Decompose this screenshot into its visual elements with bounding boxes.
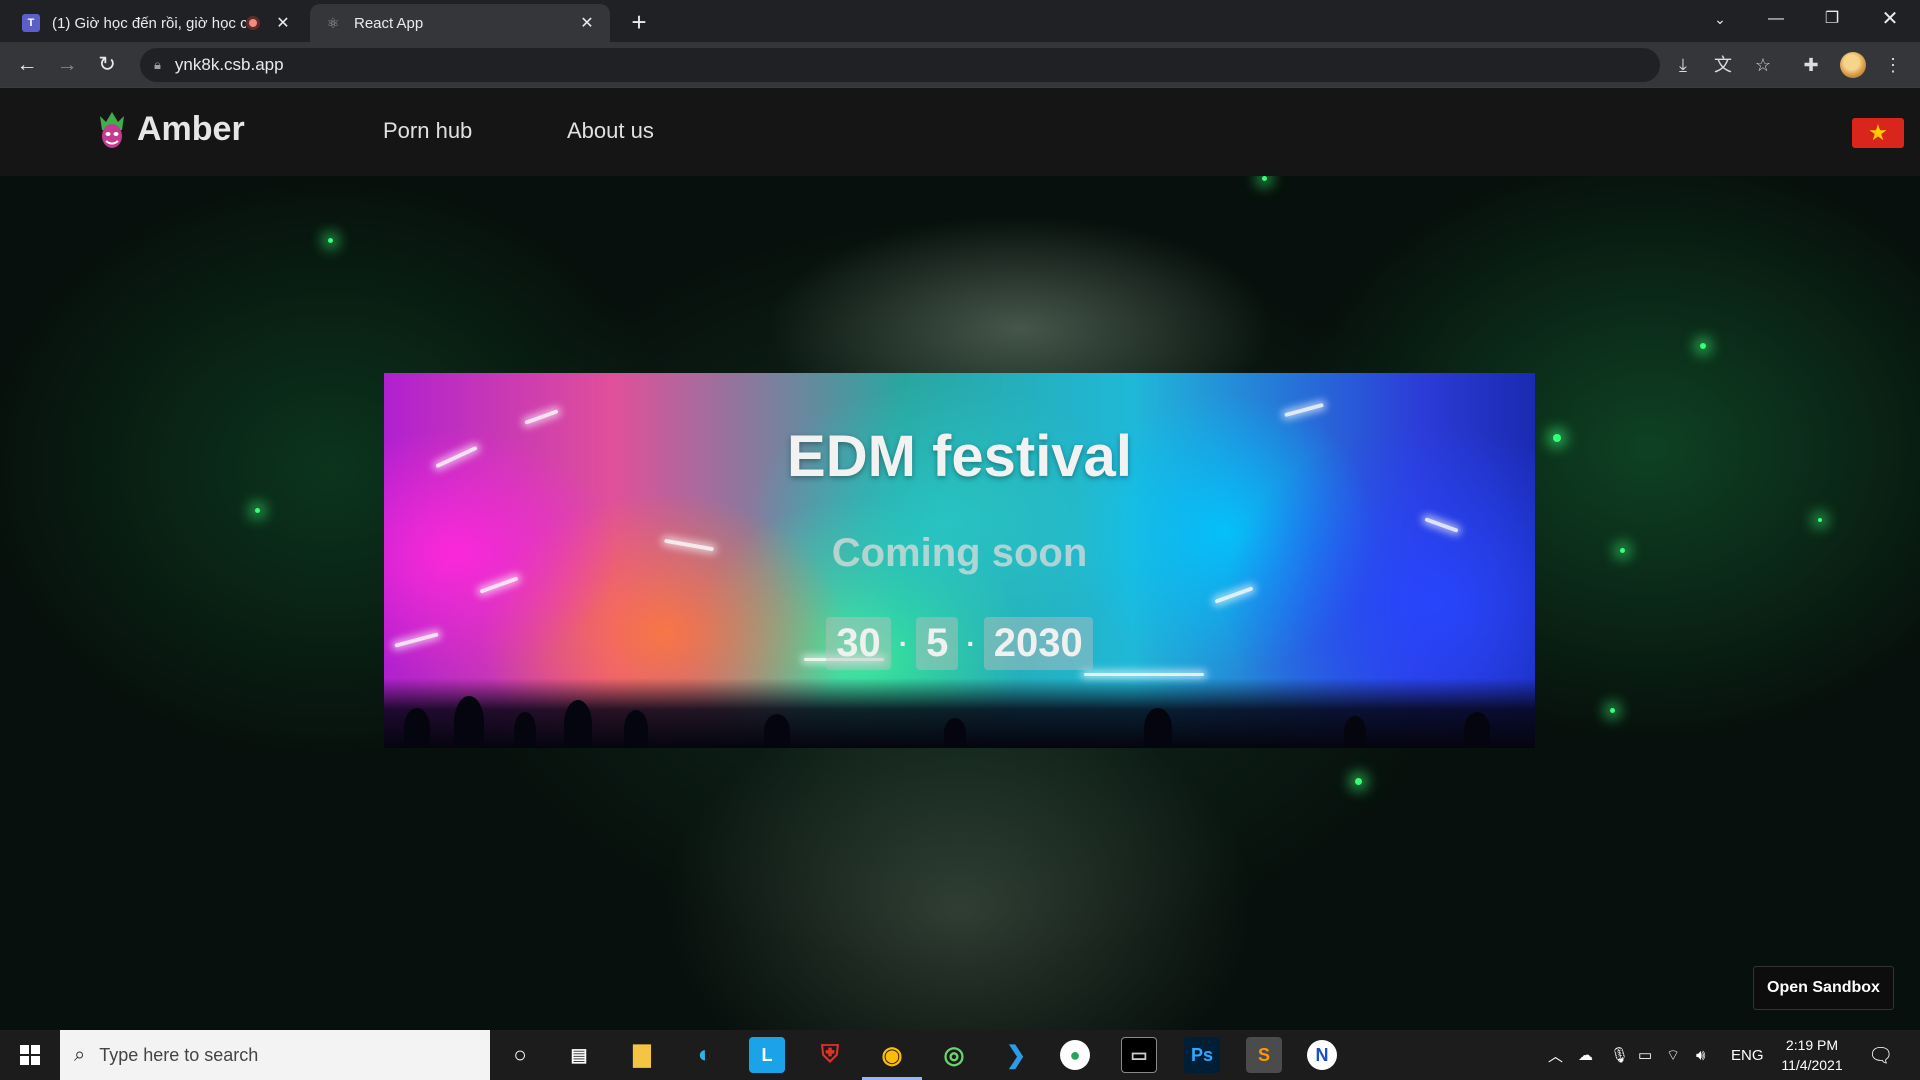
clock-date: 11/4/2021 (1781, 1057, 1843, 1073)
url-text: ynk8k.csb.app (174, 55, 284, 74)
glow-particle (328, 238, 333, 243)
volume-icon[interactable]: 🔊︎ (1696, 1030, 1705, 1080)
app-icon[interactable]: ◎ (936, 1037, 972, 1073)
glow-particle (1262, 176, 1267, 181)
tab-react-app[interactable]: ⚛ React App ✕ (310, 4, 610, 42)
joker-logo-icon[interactable] (97, 110, 127, 150)
recording-icon (246, 16, 260, 30)
app-icon[interactable]: ● (1060, 1040, 1090, 1070)
forward-icon[interactable]: → (52, 50, 82, 80)
event-date: 30 · 5 · 2030 (384, 617, 1535, 670)
translate-icon[interactable]: 文 (1708, 50, 1738, 80)
sublime-icon[interactable]: S (1246, 1037, 1282, 1073)
windows-icon (20, 1045, 40, 1065)
banner-title: EDM festival (787, 424, 1132, 489)
cortana-icon[interactable]: ○ (502, 1037, 538, 1073)
windows-taskbar: ⌕ Type here to search ○ ▤ ▇ ◐ L ⛨ ◉ ◎ ❯ … (0, 1030, 1920, 1080)
battery-icon[interactable]: ▭ (1638, 1030, 1652, 1080)
minimize-button[interactable]: — (1748, 0, 1804, 40)
terminal-icon[interactable]: ▭ (1121, 1037, 1157, 1073)
light-beam (479, 576, 519, 594)
microphone-icon[interactable]: 🎙︎ (1610, 1030, 1629, 1080)
clock-time: 2:19 PM (1785, 1037, 1839, 1053)
nav-link-about-us[interactable]: About us (567, 118, 654, 144)
glow-particle (1610, 708, 1615, 713)
glow-particle (1355, 778, 1362, 785)
reload-icon[interactable]: ↻ (92, 50, 122, 80)
site-navbar: Amber Porn hub About us ★ (0, 88, 1920, 176)
close-window-button[interactable]: ✕ (1862, 0, 1918, 40)
open-sandbox-button[interactable]: Open Sandbox (1753, 966, 1894, 1010)
brand-name[interactable]: Amber (137, 110, 245, 149)
extensions-icon[interactable]: ✚ (1796, 50, 1826, 80)
search-placeholder: Type here to search (99, 1044, 259, 1065)
close-icon[interactable]: ✕ (274, 13, 292, 33)
date-separator: · (898, 627, 909, 659)
react-icon: ⚛ (326, 14, 340, 31)
date-month: 5 (916, 617, 959, 670)
festival-banner: EDM festival Coming soon 30 · 5 · 2030 (384, 373, 1535, 748)
banner-subtitle: Coming soon (831, 531, 1088, 575)
new-tab-button[interactable]: + (624, 7, 654, 37)
address-bar[interactable]: 🔒︎ ynk8k.csb.app (140, 48, 1660, 82)
glow-particle (255, 508, 260, 513)
taskbar-clock[interactable]: 2:19 PM 11/4/2021 (1776, 1035, 1848, 1075)
file-explorer-icon[interactable]: ▇ (624, 1037, 660, 1073)
photoshop-icon[interactable]: Ps (1184, 1037, 1220, 1073)
edge-icon[interactable]: ◐ (687, 1037, 723, 1073)
app-icon[interactable]: N (1307, 1040, 1337, 1070)
taskbar-search-input[interactable]: ⌕ Type here to search (60, 1030, 490, 1080)
date-day: 30 (826, 617, 891, 670)
language-indicator[interactable]: ENG (1731, 1030, 1764, 1080)
back-icon[interactable]: ← (12, 50, 42, 80)
task-view-icon[interactable]: ▤ (561, 1037, 597, 1073)
date-separator: · (966, 627, 976, 659)
menu-icon[interactable]: ⋮ (1878, 50, 1908, 80)
glow-particle (1620, 548, 1625, 553)
glow-particle (1553, 434, 1561, 442)
vscode-icon[interactable]: ❯ (998, 1037, 1034, 1073)
page-viewport: Amber Porn hub About us ★ EDM festival C… (0, 88, 1920, 1030)
close-icon[interactable]: ✕ (578, 13, 596, 33)
vietnam-flag-icon[interactable]: ★ (1852, 118, 1904, 148)
nav-link-porn-hub[interactable]: Porn hub (383, 118, 472, 144)
tab-search-icon[interactable]: ⌄ (1692, 0, 1748, 40)
lingoes-icon[interactable]: L (749, 1037, 785, 1073)
light-beam (1084, 673, 1204, 676)
light-beam (1284, 402, 1324, 418)
notifications-icon[interactable]: 🗨︎ (1868, 1030, 1893, 1080)
lock-icon: 🔒︎ (154, 57, 161, 72)
wifi-icon[interactable]: ⌔ (1666, 1030, 1680, 1080)
profile-avatar[interactable] (1840, 52, 1866, 78)
browser-tab-strip: T (1) Giờ học đến rồi, giờ học c ✕ ⚛ Rea… (0, 0, 1920, 42)
show-hidden-icons[interactable]: ︿ (1548, 1030, 1563, 1080)
chrome-icon[interactable]: ◉ (874, 1037, 910, 1073)
tab-teams[interactable]: T (1) Giờ học đến rồi, giờ học c ✕ (8, 4, 306, 42)
light-beam (1214, 586, 1254, 604)
tab-title: (1) Giờ học đến rồi, giờ học c (52, 14, 246, 32)
glow-particle (1818, 518, 1822, 522)
teams-icon: T (22, 14, 40, 32)
bookmark-star-icon[interactable]: ☆ (1748, 50, 1778, 80)
install-icon[interactable]: ⤓ (1668, 50, 1698, 80)
restore-button[interactable]: ❐ (1804, 0, 1860, 40)
mcafee-icon[interactable]: ⛨ (812, 1037, 848, 1073)
search-icon: ⌕ (74, 1043, 86, 1066)
tab-title: React App (354, 14, 424, 32)
date-year: 2030 (983, 617, 1093, 670)
crowd-silhouette (384, 678, 1535, 748)
start-button[interactable] (0, 1030, 60, 1080)
glow-particle (1700, 343, 1706, 349)
onedrive-icon[interactable]: ☁ (1578, 1030, 1593, 1080)
browser-toolbar: ← → ↻ 🔒︎ ynk8k.csb.app ⤓ 文 ☆ ✚ ⋮ (0, 42, 1920, 88)
